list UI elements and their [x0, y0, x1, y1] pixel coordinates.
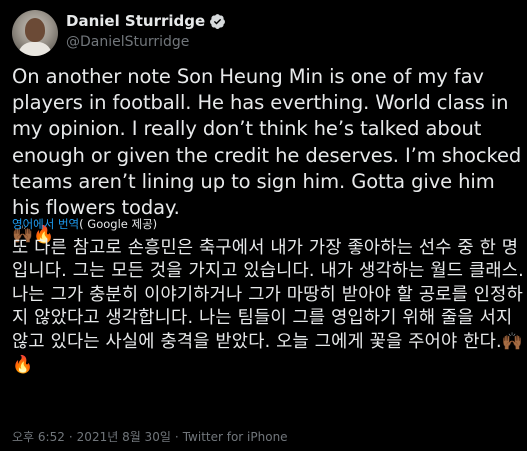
author-name-row[interactable]: Daniel Sturridge — [66, 12, 226, 30]
tweet-meta: 오후 6:52 · 2021년 8월 30일 · Twitter for iPhone — [12, 428, 288, 445]
author-name[interactable]: Daniel Sturridge — [66, 12, 205, 30]
verified-badge-icon — [210, 13, 226, 29]
translated-text: 또 다른 참고로 손흥민은 축구에서 내가 가장 좋아하는 선수 중 한 명입니… — [12, 238, 524, 352]
tweet-text: On another note Son Heung Min is one of … — [12, 65, 522, 220]
translated-body: 또 다른 참고로 손흥민은 축구에서 내가 가장 좋아하는 선수 중 한 명입니… — [12, 237, 527, 377]
avatar[interactable] — [12, 10, 58, 56]
meta-separator: · — [68, 430, 73, 444]
translation-provider: ( Google 제공) — [79, 217, 158, 231]
translate-link[interactable]: 영어에서 번역 — [12, 217, 79, 231]
meta-separator-2: · — [174, 430, 179, 444]
tweet-timestamp-link[interactable]: 오후 6:52 · 2021년 8월 30일 — [12, 430, 171, 444]
author-handle[interactable]: @DanielSturridge — [66, 34, 189, 50]
translation-attribution: 영어에서 번역( Google 제공) — [12, 216, 157, 232]
tweet-date: 2021년 8월 30일 — [76, 430, 171, 444]
tweet-source-link[interactable]: Twitter for iPhone — [183, 430, 288, 444]
tweet-header: Daniel Sturridge @DanielSturridge — [12, 6, 512, 56]
tweet-time: 오후 6:52 — [12, 430, 65, 444]
